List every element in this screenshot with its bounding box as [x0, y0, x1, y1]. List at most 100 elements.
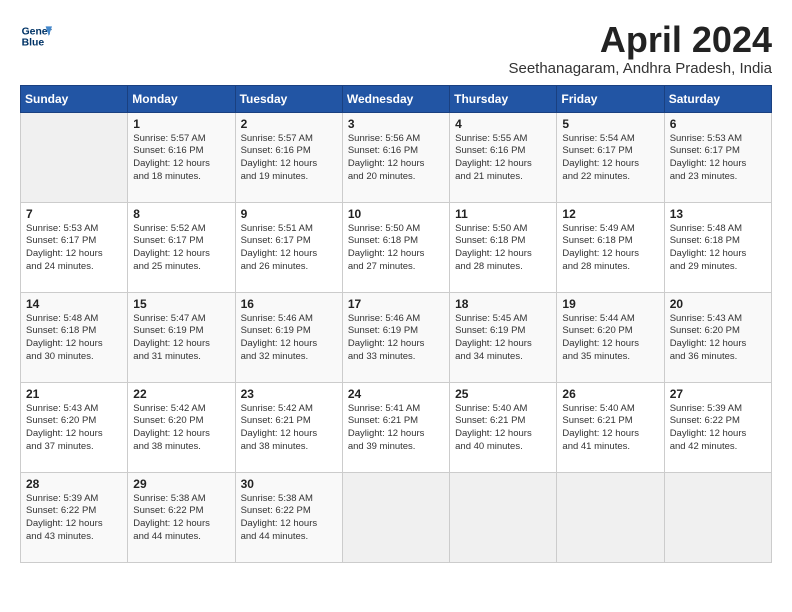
- cell-info: Sunrise: 5:45 AM Sunset: 6:19 PM Dayligh…: [455, 313, 551, 364]
- cell-info: Sunrise: 5:50 AM Sunset: 6:18 PM Dayligh…: [455, 223, 551, 274]
- calendar-cell: [557, 472, 664, 562]
- cell-info: Sunrise: 5:39 AM Sunset: 6:22 PM Dayligh…: [670, 403, 766, 454]
- day-number: 22: [133, 387, 229, 401]
- day-number: 26: [562, 387, 658, 401]
- calendar-cell: 3 Sunrise: 5:56 AM Sunset: 6:16 PM Daylig…: [342, 112, 449, 202]
- calendar-cell: 27 Sunrise: 5:39 AM Sunset: 6:22 PM Dayli…: [664, 382, 771, 472]
- calendar-cell: [450, 472, 557, 562]
- cell-info: Sunrise: 5:39 AM Sunset: 6:22 PM Dayligh…: [26, 493, 122, 544]
- calendar-cell: [342, 472, 449, 562]
- month-year-title: April 2024: [508, 20, 772, 60]
- day-number: 12: [562, 207, 658, 221]
- cell-info: Sunrise: 5:46 AM Sunset: 6:19 PM Dayligh…: [348, 313, 444, 364]
- calendar-cell: 9 Sunrise: 5:51 AM Sunset: 6:17 PM Daylig…: [235, 202, 342, 292]
- day-number: 5: [562, 117, 658, 131]
- calendar-cell: 30Sunrise: 5:38 AM Sunset: 6:22 PM Dayli…: [235, 472, 342, 562]
- day-of-week-header: Wednesday: [342, 85, 449, 112]
- cell-info: Sunrise: 5:46 AM Sunset: 6:19 PM Dayligh…: [241, 313, 337, 364]
- day-of-week-header: Sunday: [21, 85, 128, 112]
- cell-info: Sunrise: 5:49 AM Sunset: 6:18 PM Dayligh…: [562, 223, 658, 274]
- calendar-cell: [21, 112, 128, 202]
- calendar-week-row: 21 Sunrise: 5:43 AM Sunset: 6:20 PM Dayli…: [21, 382, 772, 472]
- calendar-cell: 28Sunrise: 5:39 AM Sunset: 6:22 PM Dayli…: [21, 472, 128, 562]
- cell-info: Sunrise: 5:47 AM Sunset: 6:19 PM Dayligh…: [133, 313, 229, 364]
- cell-info: Sunrise: 5:41 AM Sunset: 6:21 PM Dayligh…: [348, 403, 444, 454]
- cell-info: Sunrise: 5:55 AM Sunset: 6:16 PM Dayligh…: [455, 133, 551, 184]
- calendar-cell: 2 Sunrise: 5:57 AM Sunset: 6:16 PM Daylig…: [235, 112, 342, 202]
- day-number: 30: [241, 477, 337, 491]
- calendar-cell: 19 Sunrise: 5:44 AM Sunset: 6:20 PM Dayli…: [557, 292, 664, 382]
- cell-info: Sunrise: 5:43 AM Sunset: 6:20 PM Dayligh…: [26, 403, 122, 454]
- calendar-cell: 24 Sunrise: 5:41 AM Sunset: 6:21 PM Dayli…: [342, 382, 449, 472]
- calendar-cell: 4 Sunrise: 5:55 AM Sunset: 6:16 PM Daylig…: [450, 112, 557, 202]
- calendar-cell: 11 Sunrise: 5:50 AM Sunset: 6:18 PM Dayli…: [450, 202, 557, 292]
- day-number: 20: [670, 297, 766, 311]
- day-number: 3: [348, 117, 444, 131]
- day-number: 21: [26, 387, 122, 401]
- day-number: 11: [455, 207, 551, 221]
- cell-info: Sunrise: 5:44 AM Sunset: 6:20 PM Dayligh…: [562, 313, 658, 364]
- calendar-cell: 21 Sunrise: 5:43 AM Sunset: 6:20 PM Dayli…: [21, 382, 128, 472]
- cell-info: Sunrise: 5:53 AM Sunset: 6:17 PM Dayligh…: [26, 223, 122, 274]
- calendar-cell: [664, 472, 771, 562]
- day-number: 19: [562, 297, 658, 311]
- day-number: 4: [455, 117, 551, 131]
- day-number: 24: [348, 387, 444, 401]
- cell-info: Sunrise: 5:56 AM Sunset: 6:16 PM Dayligh…: [348, 133, 444, 184]
- day-number: 7: [26, 207, 122, 221]
- title-block: April 2024 Seethanagaram, Andhra Pradesh…: [508, 20, 772, 77]
- cell-info: Sunrise: 5:43 AM Sunset: 6:20 PM Dayligh…: [670, 313, 766, 364]
- cell-info: Sunrise: 5:51 AM Sunset: 6:17 PM Dayligh…: [241, 223, 337, 274]
- calendar-cell: 13 Sunrise: 5:48 AM Sunset: 6:18 PM Dayli…: [664, 202, 771, 292]
- day-number: 29: [133, 477, 229, 491]
- day-number: 13: [670, 207, 766, 221]
- day-number: 15: [133, 297, 229, 311]
- calendar-cell: 8 Sunrise: 5:52 AM Sunset: 6:17 PM Daylig…: [128, 202, 235, 292]
- calendar-cell: 1Sunrise: 5:57 AM Sunset: 6:16 PM Daylig…: [128, 112, 235, 202]
- calendar-cell: 7 Sunrise: 5:53 AM Sunset: 6:17 PM Daylig…: [21, 202, 128, 292]
- day-number: 1: [133, 117, 229, 131]
- svg-text:Blue: Blue: [22, 38, 45, 49]
- cell-info: Sunrise: 5:48 AM Sunset: 6:18 PM Dayligh…: [26, 313, 122, 364]
- cell-info: Sunrise: 5:42 AM Sunset: 6:21 PM Dayligh…: [241, 403, 337, 454]
- day-of-week-header: Friday: [557, 85, 664, 112]
- day-number: 10: [348, 207, 444, 221]
- cell-info: Sunrise: 5:42 AM Sunset: 6:20 PM Dayligh…: [133, 403, 229, 454]
- calendar-week-row: 28Sunrise: 5:39 AM Sunset: 6:22 PM Dayli…: [21, 472, 772, 562]
- calendar-cell: 5 Sunrise: 5:54 AM Sunset: 6:17 PM Daylig…: [557, 112, 664, 202]
- calendar-cell: 29 Sunrise: 5:38 AM Sunset: 6:22 PM Dayli…: [128, 472, 235, 562]
- calendar-week-row: 14Sunrise: 5:48 AM Sunset: 6:18 PM Dayli…: [21, 292, 772, 382]
- cell-info: Sunrise: 5:48 AM Sunset: 6:18 PM Dayligh…: [670, 223, 766, 274]
- calendar-cell: 10Sunrise: 5:50 AM Sunset: 6:18 PM Dayli…: [342, 202, 449, 292]
- day-of-week-header: Monday: [128, 85, 235, 112]
- calendar-cell: 20 Sunrise: 5:43 AM Sunset: 6:20 PM Dayli…: [664, 292, 771, 382]
- day-of-week-header: Thursday: [450, 85, 557, 112]
- logo-icon: General Blue: [20, 20, 52, 52]
- day-number: 25: [455, 387, 551, 401]
- cell-info: Sunrise: 5:38 AM Sunset: 6:22 PM Dayligh…: [133, 493, 229, 544]
- calendar-cell: 12 Sunrise: 5:49 AM Sunset: 6:18 PM Dayli…: [557, 202, 664, 292]
- calendar-cell: 15 Sunrise: 5:47 AM Sunset: 6:19 PM Dayli…: [128, 292, 235, 382]
- day-number: 2: [241, 117, 337, 131]
- day-number: 18: [455, 297, 551, 311]
- calendar-week-row: 1 Sunrise: 5:57 AM Sunset: 6:16 PM Daylig…: [21, 112, 772, 202]
- cell-info: Sunrise: 5:57 AM Sunset: 6:16 PM Dayligh…: [241, 133, 337, 184]
- logo: General Blue: [20, 20, 52, 52]
- day-of-week-header: Tuesday: [235, 85, 342, 112]
- day-number: 8: [133, 207, 229, 221]
- page-header: General Blue April 2024 Seethanagaram, A…: [20, 20, 772, 77]
- cell-info: Sunrise: 5:40 AM Sunset: 6:21 PM Dayligh…: [562, 403, 658, 454]
- cell-info: Sunrise: 5:52 AM Sunset: 6:17 PM Dayligh…: [133, 223, 229, 274]
- calendar-cell: 18 Sunrise: 5:45 AM Sunset: 6:19 PM Dayli…: [450, 292, 557, 382]
- calendar-cell: 23 Sunrise: 5:42 AM Sunset: 6:21 PM Dayli…: [235, 382, 342, 472]
- day-number: 6: [670, 117, 766, 131]
- cell-info: Sunrise: 5:54 AM Sunset: 6:17 PM Dayligh…: [562, 133, 658, 184]
- cell-info: Sunrise: 5:40 AM Sunset: 6:21 PM Dayligh…: [455, 403, 551, 454]
- day-number: 17: [348, 297, 444, 311]
- day-of-week-header: Saturday: [664, 85, 771, 112]
- day-number: 27: [670, 387, 766, 401]
- day-number: 9: [241, 207, 337, 221]
- day-number: 23: [241, 387, 337, 401]
- calendar-cell: 25 Sunrise: 5:40 AM Sunset: 6:21 PM Dayli…: [450, 382, 557, 472]
- calendar-cell: 16Sunrise: 5:46 AM Sunset: 6:19 PM Dayli…: [235, 292, 342, 382]
